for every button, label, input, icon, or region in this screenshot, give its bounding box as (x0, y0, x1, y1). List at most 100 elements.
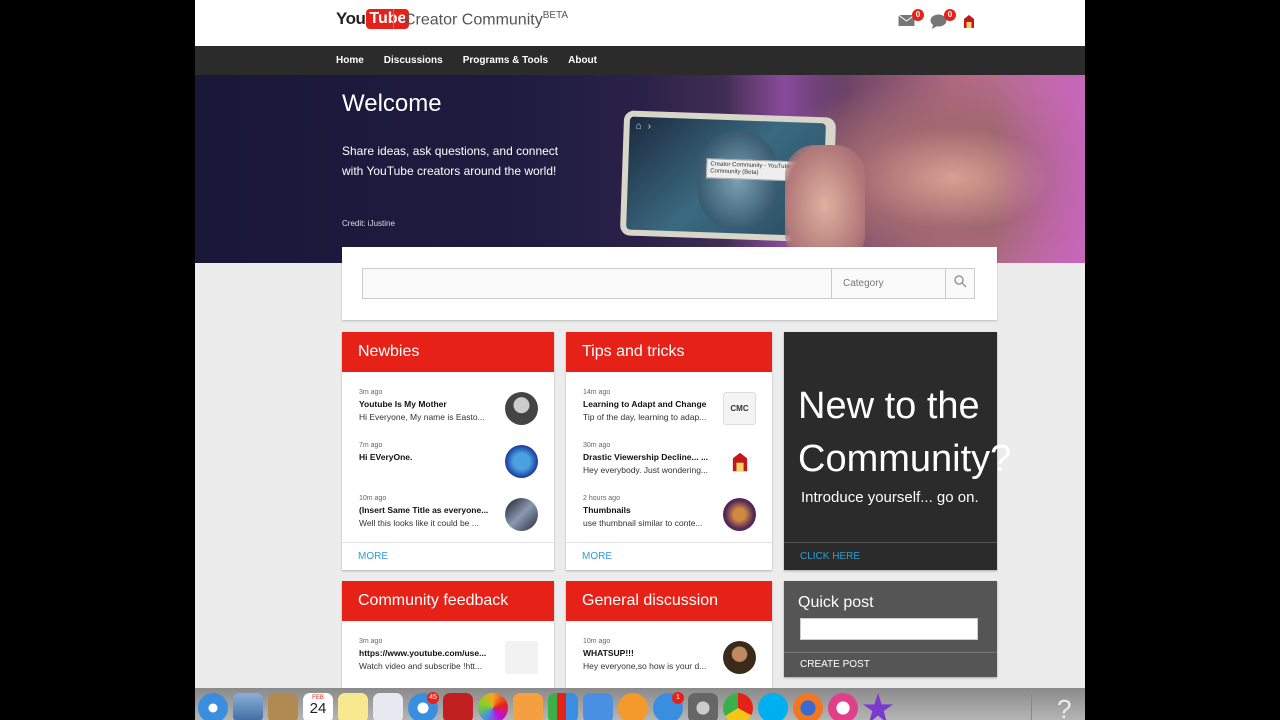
site-title[interactable]: Creator CommunityBETA (404, 10, 568, 29)
card-general-discussion: General discussion 10m ago WHATSUP!!! He… (566, 581, 772, 701)
new-community-panel: New to the Community? Introduce yourself.… (784, 332, 1011, 570)
avatar-logo[interactable]: CMC (723, 392, 756, 425)
nav-programs-tools[interactable]: Programs & Tools (463, 46, 548, 75)
stickies-icon[interactable] (335, 688, 371, 720)
avatar[interactable] (505, 445, 538, 478)
main-nav: Home Discussions Programs & Tools About (195, 46, 1085, 75)
app-store-icon[interactable]: 1 (650, 688, 686, 720)
avatar[interactable] (723, 445, 756, 478)
logo-tube-text: Tube (366, 9, 410, 29)
list-item[interactable]: 2 hours ago Thumbnails use thumbnail sim… (566, 478, 772, 531)
messages-icon[interactable]: 45 (405, 688, 441, 720)
photos-icon[interactable] (475, 688, 511, 720)
youtube-logo[interactable]: You Tube (336, 9, 410, 29)
post-title[interactable]: Hi EVeryOne. (359, 451, 494, 464)
imovie-icon[interactable] (860, 688, 896, 720)
calendar-day: 24 (309, 700, 327, 717)
chrome-icon[interactable] (720, 688, 756, 720)
site-title-text: Creator Community (404, 11, 543, 29)
post-title[interactable]: Thumbnails (583, 504, 718, 517)
search-panel: Category (342, 247, 997, 320)
card-title[interactable]: General discussion (566, 581, 772, 621)
textedit-icon[interactable] (370, 688, 406, 720)
avatar[interactable] (505, 498, 538, 531)
list-item[interactable]: 14m ago Learning to Adapt and Change Tip… (566, 372, 772, 425)
notes-icon[interactable] (265, 688, 301, 720)
post-title[interactable]: Learning to Adapt and Change (583, 398, 718, 411)
list-item[interactable]: 30m ago Drastic Viewership Decline... ..… (566, 425, 772, 478)
card-title[interactable]: Community feedback (342, 581, 554, 621)
preview-icon[interactable] (230, 688, 266, 720)
post-title[interactable]: https://www.youtube.com/use... (359, 647, 494, 660)
card-community-feedback: Community feedback 3m ago https://www.yo… (342, 581, 554, 701)
pages-icon[interactable] (510, 688, 546, 720)
list-item[interactable]: 3m ago Youtube Is My Mother Hi Everyone,… (342, 372, 554, 425)
help-icon[interactable]: ? (1057, 694, 1071, 720)
search-input[interactable] (363, 269, 831, 298)
post-snippet: Hi Everyone, My name is Easto... (359, 412, 485, 422)
user-avatar-icon[interactable] (962, 14, 980, 30)
create-post-button[interactable]: CREATE POST (784, 652, 997, 677)
post-snippet: use thumbnail similar to conte... (583, 518, 703, 528)
calendar-icon[interactable]: FEB 24 (300, 688, 336, 720)
list-item[interactable]: 10m ago (Insert Same Title as everyone..… (342, 478, 554, 531)
mail-count-badge: 0 (912, 9, 924, 21)
itunes-icon[interactable] (825, 688, 861, 720)
page: You Tube Creator CommunityBETA 0 0 Home … (195, 0, 1085, 720)
top-header: You Tube Creator CommunityBETA 0 0 (195, 0, 1085, 46)
chat-icon[interactable]: 0 (930, 9, 956, 30)
quick-post-panel: Quick post CREATE POST (784, 581, 997, 677)
app-store-badge: 1 (672, 692, 684, 704)
new-community-title: New to the Community? (798, 385, 1012, 480)
beta-label: BETA (542, 10, 569, 21)
more-link[interactable]: MORE (566, 542, 772, 570)
quick-post-input[interactable] (800, 618, 978, 640)
numbers-icon[interactable] (545, 688, 581, 720)
avatar[interactable] (723, 498, 756, 531)
photo-booth-icon[interactable] (440, 688, 476, 720)
skype-icon[interactable] (755, 688, 791, 720)
post-title[interactable]: Drastic Viewership Decline... ... (583, 451, 718, 464)
nav-home[interactable]: Home (336, 46, 364, 75)
card-newbies: Newbies 3m ago Youtube Is My Mother Hi E… (342, 332, 554, 570)
post-title[interactable]: WHATSUP!!! (583, 647, 718, 660)
firefox-icon[interactable] (790, 688, 826, 720)
messages-badge: 45 (427, 692, 439, 704)
more-link[interactable]: MORE (342, 542, 554, 570)
search-button[interactable] (945, 269, 974, 298)
post-title[interactable]: Youtube Is My Mother (359, 398, 494, 411)
post-snippet: Well this looks like it could be ... (359, 518, 479, 528)
nav-discussions[interactable]: Discussions (384, 46, 443, 75)
avatar[interactable] (723, 641, 756, 674)
hero-title: Welcome (342, 90, 442, 117)
safari-icon[interactable] (195, 688, 231, 720)
new-community-subtitle: Introduce yourself... go on. (801, 489, 979, 506)
logo-divider (393, 9, 394, 29)
nav-about[interactable]: About (568, 46, 597, 75)
ibooks-icon[interactable] (615, 688, 651, 720)
avatar-logo[interactable] (505, 641, 538, 674)
list-item[interactable]: 3m ago https://www.youtube.com/use... Wa… (342, 621, 554, 674)
category-dropdown[interactable]: Category (831, 269, 945, 298)
mail-icon[interactable]: 0 (898, 9, 924, 30)
system-preferences-icon[interactable] (685, 688, 721, 720)
click-here-link[interactable]: CLICK HERE (784, 542, 997, 570)
post-snippet: Watch video and subscribe !htt... (359, 661, 482, 671)
hero-subtitle: Share ideas, ask questions, and connect … (342, 144, 559, 178)
hero-photo-hair-right (995, 75, 1085, 263)
card-title[interactable]: Tips and tricks (566, 332, 772, 372)
list-item[interactable]: 10m ago WHATSUP!!! Hey everyone,so how i… (566, 621, 772, 674)
dock-separator (1031, 694, 1032, 720)
logo-you-text: You (336, 9, 366, 28)
post-snippet: Tip of the day, learning to adap... (583, 412, 707, 422)
post-snippet: Hey everybody. Just wondering... (583, 465, 709, 475)
post-title[interactable]: (Insert Same Title as everyone... (359, 504, 494, 517)
card-tips-and-tricks: Tips and tricks 14m ago Learning to Adap… (566, 332, 772, 570)
keynote-icon[interactable] (580, 688, 616, 720)
hero-photo-hand (785, 145, 865, 263)
card-title[interactable]: Newbies (342, 332, 554, 372)
list-item[interactable]: 7m ago Hi EVeryOne. (342, 425, 554, 478)
chat-count-badge: 0 (944, 9, 956, 21)
hero-credit: Credit: iJustine (342, 219, 395, 228)
avatar[interactable] (505, 392, 538, 425)
